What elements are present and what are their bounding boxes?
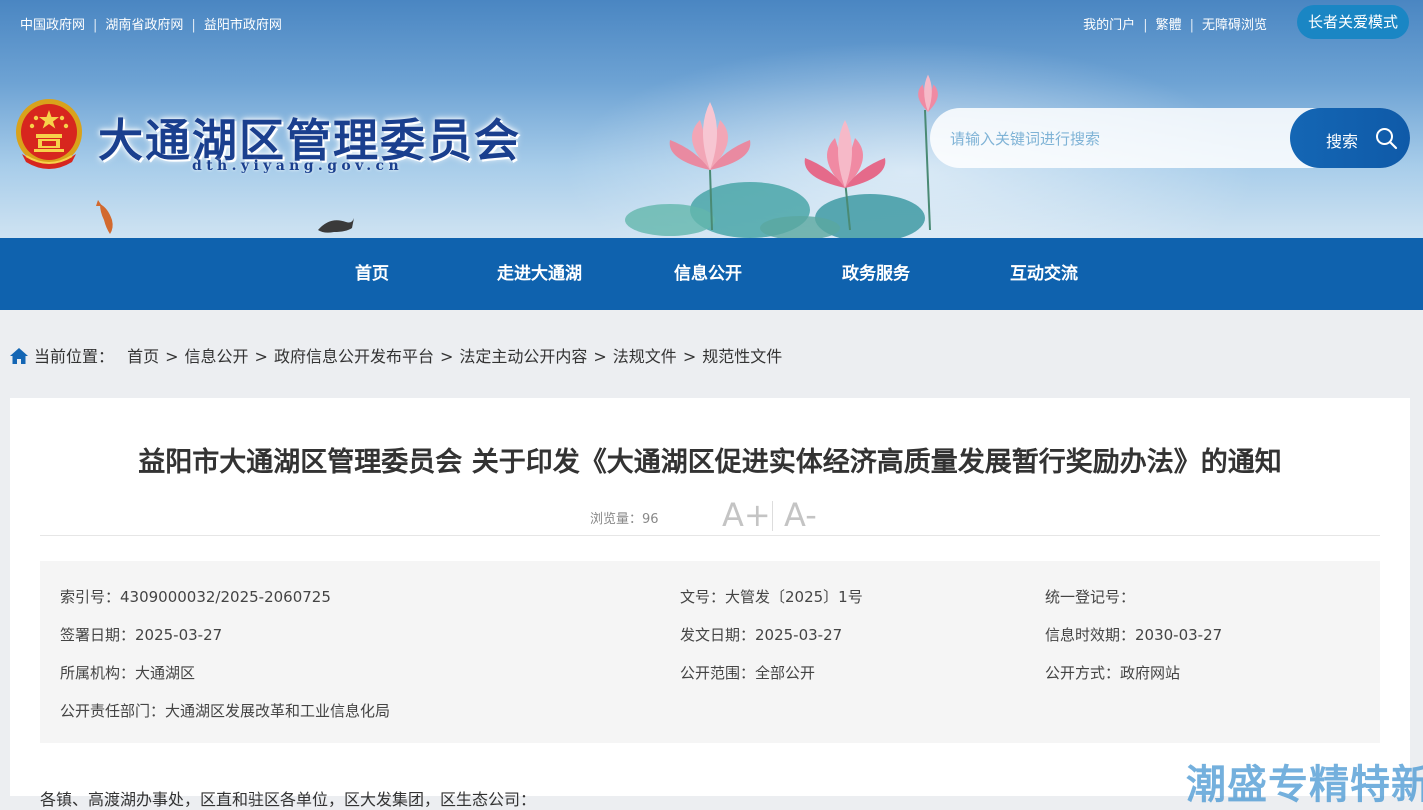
elder-mode-button[interactable]: 长者关爱模式 [1297, 5, 1409, 39]
meta-sign-date: 签署日期：2025-03-27 [60, 626, 223, 644]
main-nav: 首页 走进大通湖 信息公开 政务服务 互动交流 [0, 238, 1423, 310]
meta-index-no: 索引号：4309000032/2025-2060725 [60, 588, 331, 606]
fish-decoration [318, 218, 354, 233]
meta-valid-until: 信息时效期：2030-03-27 [1045, 626, 1223, 644]
article-card: 益阳市大通湖区管理委员会 关于印发《大通湖区促进实体经济高质量发展暂行奖励办法》… [10, 398, 1410, 809]
search-icon [1376, 128, 1398, 150]
title-divider [40, 535, 1380, 536]
nav-item-services[interactable]: 政务服务 [842, 238, 910, 310]
breadcrumb-regulations[interactable]: 法规文件 [613, 347, 677, 366]
external-links: 中国政府网 | 湖南省政府网 | 益阳市政府网 [20, 18, 282, 33]
top-bar: 中国政府网 | 湖南省政府网 | 益阳市政府网 我的门户 | 繁體 | 无障碍浏览 长者关爱模式 [0, 0, 1423, 44]
nav-item-about[interactable]: 走进大通湖 [497, 238, 582, 310]
search-button-label: 搜索 [1326, 132, 1359, 151]
nav-item-interaction[interactable]: 互动交流 [1010, 238, 1078, 310]
article-title: 益阳市大通湖区管理委员会 关于印发《大通湖区促进实体经济高质量发展暂行奖励办法》… [138, 447, 1282, 478]
link-yiyang-gov[interactable]: 益阳市政府网 [204, 18, 282, 33]
lotus-illustration [625, 74, 938, 238]
font-decrease-button[interactable]: A- [784, 496, 817, 534]
breadcrumb-home[interactable]: 首页 [127, 347, 159, 366]
font-increase-button[interactable]: A+ [722, 496, 771, 534]
search-button[interactable]: 搜索 [1290, 108, 1410, 168]
meta-dept: 公开责任部门：大通湖区发展改革和工业信息化局 [60, 702, 391, 720]
link-china-gov[interactable]: 中国政府网 [20, 18, 85, 33]
breadcrumb-statutory-content[interactable]: 法定主动公开内容 [459, 347, 587, 366]
link-accessibility[interactable]: 无障碍浏览 [1202, 18, 1267, 33]
site-header: 中国政府网 | 湖南省政府网 | 益阳市政府网 我的门户 | 繁體 | 无障碍浏览 长者关爱模式… [0, 0, 1423, 238]
search-box: 搜索 [930, 108, 1410, 170]
font-size-divider [772, 501, 773, 531]
link-hunan-gov[interactable]: 湖南省政府网 [105, 18, 183, 33]
breadcrumb-normative-docs[interactable]: 规范性文件 [702, 347, 782, 366]
meta-issue-date: 发文日期：2025-03-27 [680, 626, 843, 644]
breadcrumb-info-disclosure[interactable]: 信息公开 [185, 347, 249, 366]
document-metadata: 索引号：4309000032/2025-2060725 文号：大管发〔2025〕… [40, 561, 1380, 743]
site-domain: dth.yiyang.gov.cn [192, 158, 404, 174]
utility-links: 我的门户 | 繁體 | 无障碍浏览 [1083, 18, 1267, 33]
article-body-first-line: 各镇、高渡湖办事处，区直和驻区各单位，区大发集团，区生态公司： [40, 790, 537, 809]
meta-method: 公开方式：政府网站 [1045, 664, 1181, 682]
meta-org: 所属机构：大通湖区 [60, 664, 196, 682]
koi-fish-decoration [96, 200, 113, 234]
nav-item-info-disclosure[interactable]: 信息公开 [674, 238, 742, 310]
view-count: 浏览量：96 [590, 512, 659, 527]
meta-scope: 公开范围：全部公开 [680, 664, 816, 682]
breadcrumb: 当前位置： 首页 > 信息公开 > 政府信息公开发布平台 > 法定主动公开内容 > 法规文件 > 规… [10, 343, 782, 367]
breadcrumb-label: 当前位置： [34, 347, 115, 366]
breadcrumb-publishing-platform[interactable]: 政府信息公开发布平台 [274, 347, 434, 366]
search-input[interactable] [948, 108, 1292, 170]
watermark-text: 潮盛专精特新 [1186, 762, 1423, 808]
meta-reg-no: 统一登记号： [1045, 588, 1136, 606]
national-emblem-icon [16, 99, 82, 169]
link-my-portal[interactable]: 我的门户 [1083, 18, 1135, 33]
meta-doc-no: 文号：大管发〔2025〕1号 [680, 588, 863, 606]
link-traditional-chinese[interactable]: 繁體 [1156, 18, 1182, 33]
nav-item-home[interactable]: 首页 [355, 238, 389, 310]
home-icon [10, 348, 28, 364]
